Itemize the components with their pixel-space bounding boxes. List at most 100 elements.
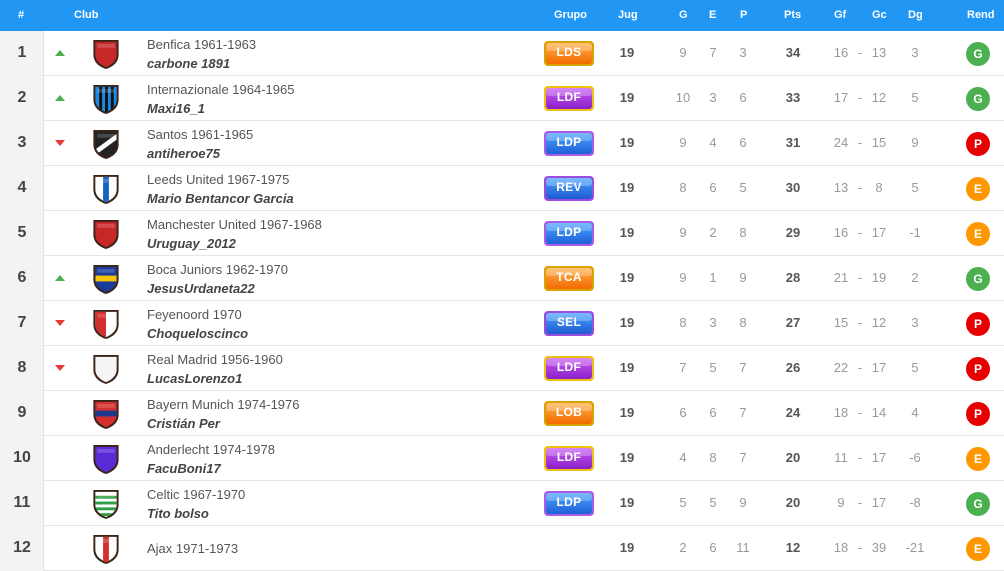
position-cell: 5 (0, 211, 44, 256)
position-number: 5 (17, 224, 27, 241)
club-name[interactable]: Leeds United 1967-1975 (147, 172, 289, 187)
lost-count: 7 (739, 360, 747, 375)
goals-for: 17 (833, 90, 849, 105)
table-row[interactable]: 7 Feyenoord 1970 Choqueloscinco SEL 19 8 3 8 2… (0, 301, 1004, 346)
grupo-badge[interactable]: LDP (543, 130, 595, 157)
club-name[interactable]: Ajax 1971-1973 (147, 541, 238, 556)
club-crest-icon[interactable] (91, 353, 121, 384)
performance-badge: G (966, 267, 990, 291)
grupo-badge[interactable]: LOB (543, 400, 595, 427)
table-row[interactable]: 10 Anderlecht 1974-1978 FacuBoni17 LDF 19 4… (0, 436, 1004, 481)
club-owner-username[interactable]: LucasLorenzo1 (147, 371, 242, 386)
club-owner-username[interactable]: carbone 1891 (147, 56, 230, 71)
points: 28 (785, 270, 801, 285)
club-name[interactable]: Real Madrid 1956-1960 (147, 352, 283, 367)
club-owner-username[interactable]: FacuBoni17 (147, 461, 221, 476)
goals-for: 24 (833, 135, 849, 150)
drawn-count: 6 (709, 540, 717, 555)
grupo-label: TCA (556, 270, 582, 284)
position-number: 6 (17, 269, 27, 286)
club-name[interactable]: Boca Juniors 1962-1970 (147, 262, 288, 277)
table-header: # Club Grupo Jug G E P Pts Gf Gc Dg Rend (0, 0, 1004, 31)
header-dg[interactable]: Dg (908, 9, 923, 21)
grupo-badge[interactable]: REV (543, 175, 595, 202)
goals-against: 8 (875, 180, 883, 195)
club-owner-username[interactable]: Choqueloscinco (147, 326, 248, 341)
header-grupo[interactable]: Grupo (554, 9, 587, 21)
position-cell: 4 (0, 166, 44, 211)
position-cell: 3 (0, 121, 44, 166)
drawn-count: 3 (709, 315, 717, 330)
performance-badge: E (966, 537, 990, 561)
club-name[interactable]: Manchester United 1967-1968 (147, 217, 322, 232)
club-owner-username[interactable]: JesusUrdaneta22 (147, 281, 255, 296)
header-gf[interactable]: Gf (834, 9, 846, 21)
performance-badge: G (966, 87, 990, 111)
grupo-badge[interactable]: LDF (543, 445, 595, 472)
points: 34 (785, 45, 801, 60)
header-g[interactable]: G (679, 9, 688, 21)
header-club[interactable]: Club (74, 9, 98, 21)
table-row[interactable]: 8 Real Madrid 1956-1960 LucasLorenzo1 LDF… (0, 346, 1004, 391)
grupo-badge[interactable]: LDF (543, 355, 595, 382)
grupo-badge[interactable]: LDP (543, 220, 595, 247)
club-name[interactable]: Santos 1961-1965 (147, 127, 253, 142)
club-name[interactable]: Anderlecht 1974-1978 (147, 442, 275, 457)
goal-difference: 2 (911, 270, 919, 285)
standings-table: # Club Grupo Jug G E P Pts Gf Gc Dg Rend… (0, 0, 1004, 571)
club-name[interactable]: Benfica 1961-1963 (147, 37, 256, 52)
table-row[interactable]: 2 Internazionale 1964-1965 Maxi16_1 LDF 19… (0, 76, 1004, 121)
club-crest-icon[interactable] (91, 38, 121, 69)
header-p[interactable]: P (740, 9, 747, 21)
club-crest-icon[interactable] (91, 308, 121, 339)
club-owner-username[interactable]: Cristián Per (147, 416, 220, 431)
table-row[interactable]: 12 Ajax 1971-1973 19 2 6 11 12 18-39 -21 E (0, 526, 1004, 571)
points: 20 (785, 495, 801, 510)
grupo-badge[interactable]: SEL (543, 310, 595, 337)
club-owner-username[interactable]: Tito bolso (147, 506, 209, 521)
table-row[interactable]: 1 Benfica 1961-1963 carbone 1891 LDS 19 9 7 3… (0, 31, 1004, 76)
grupo-badge[interactable]: LDS (543, 40, 595, 67)
club-owner-username[interactable]: Maxi16_1 (147, 101, 205, 116)
table-row[interactable]: 4 Leeds United 1967-1975 Mario Bentancor … (0, 166, 1004, 211)
grupo-badge[interactable]: LDP (543, 490, 595, 517)
grupo-badge[interactable]: LDF (543, 85, 595, 112)
table-row[interactable]: 11 Celtic 1967-1970 Tito bolso LDP 19 5 5 9 20… (0, 481, 1004, 526)
goal-difference: 5 (911, 360, 919, 375)
grupo-badge[interactable]: TCA (543, 265, 595, 292)
club-crest-icon[interactable] (91, 263, 121, 294)
club-owner-username[interactable]: antiheroe75 (147, 146, 220, 161)
goals-for: 13 (833, 180, 849, 195)
table-row[interactable]: 6 Boca Juniors 1962-1970 JesusUrdaneta22 … (0, 256, 1004, 301)
club-crest-icon[interactable] (91, 443, 121, 474)
performance-badge: G (966, 492, 990, 516)
header-rend[interactable]: Rend (967, 9, 995, 21)
played-count: 19 (619, 540, 635, 555)
lost-count: 9 (739, 270, 747, 285)
goals-against: 17 (871, 360, 887, 375)
club-crest-icon[interactable] (91, 128, 121, 159)
header-gc[interactable]: Gc (872, 9, 887, 21)
table-row[interactable]: 5 Manchester United 1967-1968 Uruguay_201… (0, 211, 1004, 256)
club-name[interactable]: Feyenoord 1970 (147, 307, 242, 322)
club-crest-icon[interactable] (91, 83, 121, 114)
lost-count: 7 (739, 405, 747, 420)
club-crest-icon[interactable] (91, 398, 121, 429)
club-crest-icon[interactable] (91, 533, 121, 564)
club-crest-icon[interactable] (91, 218, 121, 249)
club-crest-icon[interactable] (91, 488, 121, 519)
header-jug[interactable]: Jug (618, 9, 638, 21)
club-owner-username[interactable]: Mario Bentancor Garcia (147, 191, 294, 206)
club-name[interactable]: Internazionale 1964-1965 (147, 82, 294, 97)
won-count: 8 (679, 180, 687, 195)
goals-against: 12 (871, 90, 887, 105)
club-name[interactable]: Celtic 1967-1970 (147, 487, 245, 502)
table-row[interactable]: 9 Bayern Munich 1974-1976 Cristián Per LO… (0, 391, 1004, 436)
club-crest-icon[interactable] (91, 173, 121, 204)
header-pts[interactable]: Pts (784, 9, 801, 21)
club-name[interactable]: Bayern Munich 1974-1976 (147, 397, 300, 412)
won-count: 10 (675, 90, 691, 105)
header-e[interactable]: E (709, 9, 716, 21)
club-owner-username[interactable]: Uruguay_2012 (147, 236, 236, 251)
table-row[interactable]: 3 Santos 1961-1965 antiheroe75 LDP 19 9 4 6 31… (0, 121, 1004, 166)
